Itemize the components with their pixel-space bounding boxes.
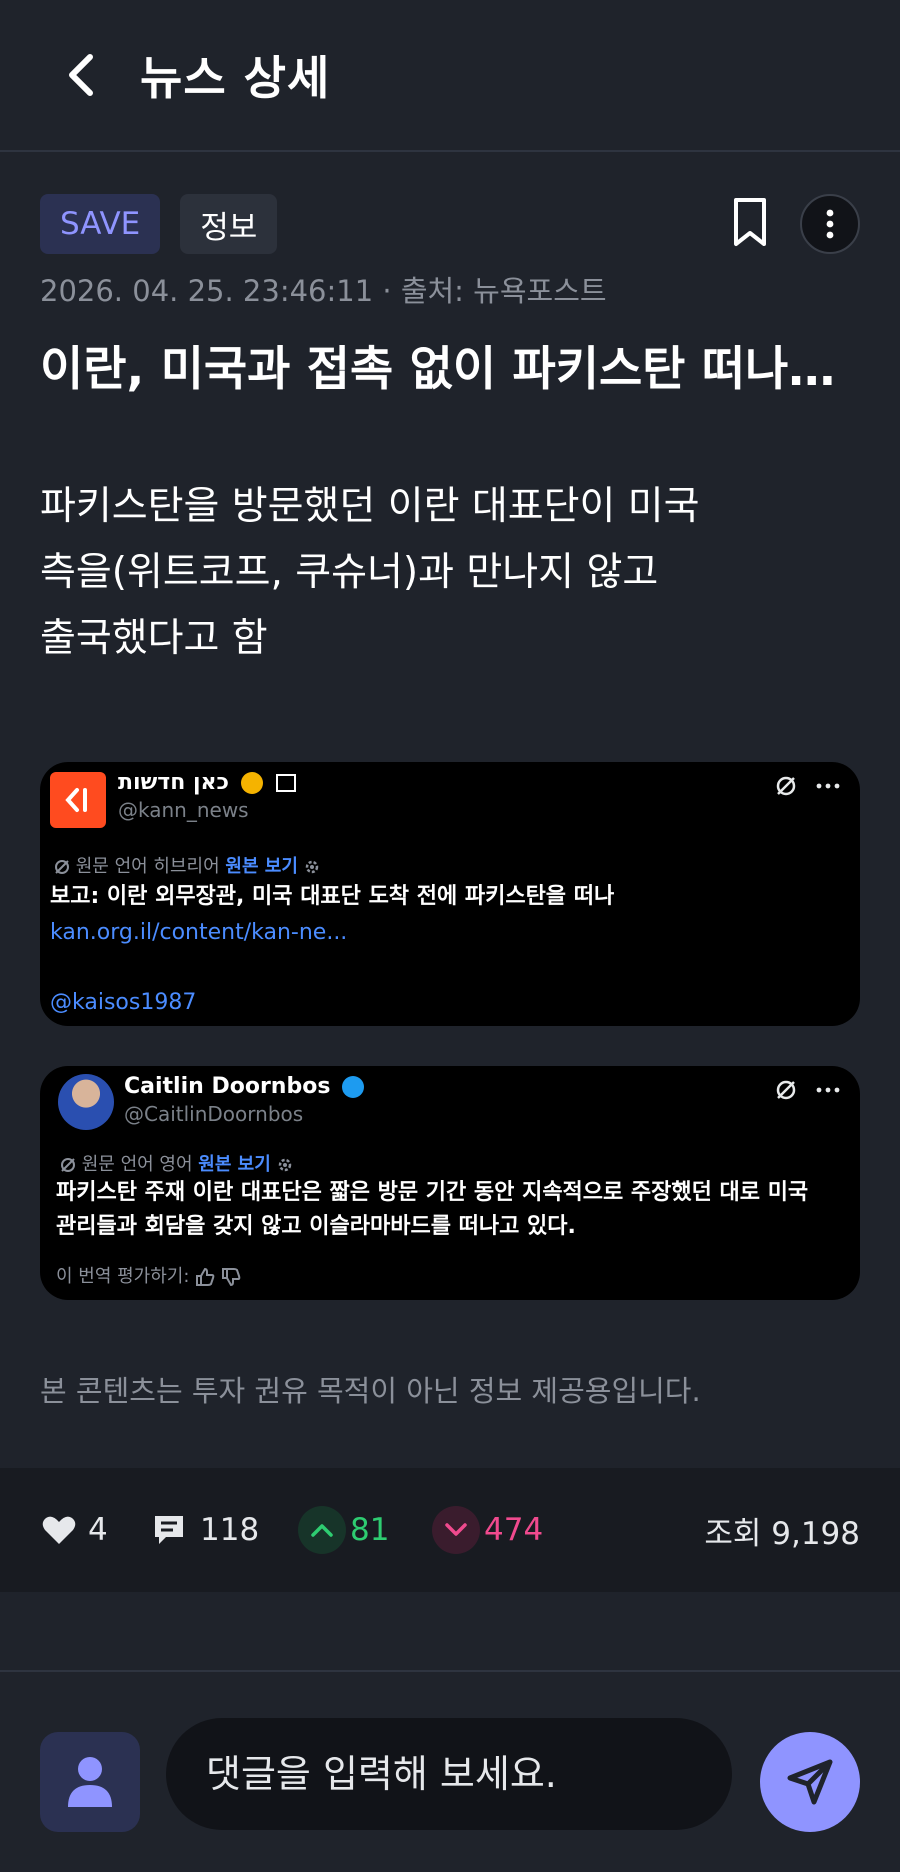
disclaimer-text: 본 콘텐츠는 투자 권유 목적이 아닌 정보 제공용입니다.	[40, 1374, 701, 1408]
body-line: 출국했다고 함	[40, 616, 268, 661]
comment-count: 118	[200, 1512, 260, 1548]
kan-logo-icon	[65, 788, 87, 812]
upvote-icon-wrap	[298, 1506, 346, 1554]
user-avatar[interactable]	[40, 1732, 140, 1832]
view-original-link[interactable]: 원본 보기	[225, 856, 298, 877]
embedded-tweet-caitlin[interactable]: Caitlin Doornbos @CaitlinDoornbos 원문 언어 …	[40, 1066, 860, 1300]
downvote-icon-wrap	[432, 1506, 480, 1554]
tweet-author-name: כאן חדשות	[118, 770, 229, 795]
tweet-card-actions	[774, 1078, 840, 1102]
back-button[interactable]	[56, 51, 104, 99]
tag-save[interactable]: SAVE	[40, 194, 161, 254]
upvote-count: 81	[350, 1512, 390, 1548]
chevron-left-icon	[69, 54, 93, 96]
tweet-text-line: 파키스탄 주재 이란 대표단은 짧은 방문 기간 동안 지속적으로 주장했던 대…	[56, 1180, 809, 1205]
comment-input[interactable]	[166, 1718, 732, 1830]
tweet-mention-link[interactable]: @kaisos1987	[50, 990, 196, 1015]
comments-button[interactable]: 118	[152, 1468, 259, 1592]
more-vertical-icon	[826, 209, 834, 239]
engagement-bar: 4 118 81 474 조회 9,198	[0, 1468, 900, 1592]
downvote-button[interactable]: 474	[432, 1468, 543, 1592]
comment-composer	[0, 1672, 900, 1872]
heart-icon	[42, 1516, 76, 1544]
article-meta: 2026. 04. 25. 23:46:11 · 출처: 뉴욕포스트	[40, 274, 607, 308]
send-button[interactable]	[760, 1732, 860, 1832]
thumbs-up-icon[interactable]	[195, 1267, 215, 1286]
more-horizontal-icon[interactable]	[816, 1086, 840, 1094]
app: 뉴스 상세 SAVE 정보 2026. 04. 25. 23:46:11 · 출…	[0, 0, 900, 1872]
settings-icon[interactable]	[277, 1157, 293, 1173]
tweet-url-link[interactable]: kan.org.il/content/kan-ne...	[50, 920, 347, 945]
downvote-count: 474	[484, 1512, 544, 1548]
send-icon	[787, 1759, 833, 1805]
embedded-tweet-kan[interactable]: כאן חדשות @kann_news 원문 언어 히브리어 원본 보기 보고	[40, 762, 860, 1026]
tweet-card-actions	[774, 774, 840, 798]
tweet-text: 파키스탄 주재 이란 대표단은 짧은 방문 기간 동안 지속적으로 주장했던 대…	[56, 1176, 846, 1244]
chevron-down-icon	[445, 1523, 467, 1536]
like-button[interactable]: 4	[42, 1468, 108, 1592]
settings-icon[interactable]	[304, 859, 320, 875]
tag-list: SAVE 정보	[40, 194, 278, 254]
tweet-author-handle: @CaitlinDoornbos	[124, 1102, 304, 1126]
tweet-author-name: Caitlin Doornbos	[124, 1074, 331, 1099]
tweet-text: 보고: 이란 외무장관, 미국 대표단 도착 전에 파키스탄을 떠나	[50, 884, 615, 909]
view-count: 조회 9,198	[704, 1515, 860, 1552]
page-title: 뉴스 상세	[140, 51, 331, 105]
article-title: 이란, 미국과 접촉 없이 파키스탄 떠나…	[40, 342, 836, 397]
chevron-up-icon	[311, 1524, 333, 1537]
body-line: 측을(위트코프, 쿠슈너)과 만나지 않고	[40, 550, 659, 595]
thumbs-down-icon[interactable]	[221, 1268, 241, 1287]
comment-icon	[155, 1516, 183, 1544]
top-app-bar: 뉴스 상세	[0, 0, 900, 152]
article-body: 파키스탄을 방문했던 이란 대표단이 미국 측을(위트코프, 쿠슈너)과 만나지…	[40, 474, 820, 672]
kan-news-avatar	[50, 772, 106, 828]
affiliate-badge-icon	[276, 774, 297, 792]
verified-gold-icon	[240, 772, 263, 794]
caitlin-avatar	[58, 1074, 114, 1130]
body-line: 파키스탄을 방문했던 이란 대표단이 미국	[40, 484, 700, 529]
more-options-button[interactable]	[800, 194, 860, 254]
upvote-button[interactable]: 81	[298, 1468, 389, 1592]
verified-blue-icon	[342, 1076, 365, 1098]
translation-note: 원문 언어 영어	[81, 1154, 193, 1175]
tweet-author-handle: @kann_news	[118, 798, 249, 822]
tweet-text-line: 관리들과 회담을 갖지 않고 이슬라마바드를 떠나고 있다.	[56, 1214, 576, 1239]
like-count: 4	[88, 1512, 108, 1548]
grok-icon[interactable]	[774, 774, 798, 798]
translation-note: 원문 언어 히브리어	[75, 856, 220, 877]
more-horizontal-icon[interactable]	[816, 782, 840, 790]
tag-info[interactable]: 정보	[180, 194, 278, 254]
view-original-link[interactable]: 원본 보기	[198, 1154, 271, 1175]
rate-translation-label: 이 번역 평가하기:	[56, 1266, 190, 1287]
bookmark-icon	[734, 198, 766, 246]
translate-icon	[61, 1158, 75, 1172]
grok-icon[interactable]	[774, 1078, 798, 1102]
user-icon	[68, 1757, 112, 1807]
bookmark-button[interactable]	[730, 196, 770, 250]
translate-icon	[55, 860, 69, 874]
